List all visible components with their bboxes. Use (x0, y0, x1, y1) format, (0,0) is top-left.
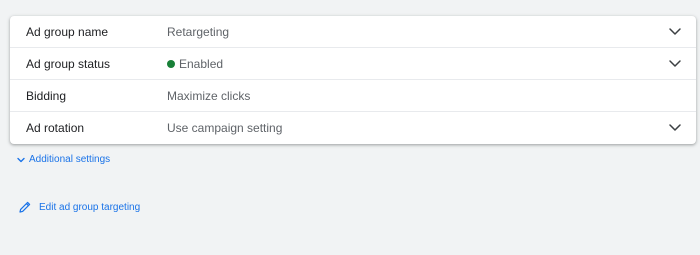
bidding-row[interactable]: Bidding Maximize clicks (10, 80, 696, 112)
bidding-value: Maximize clicks (167, 88, 251, 103)
ad-group-status-row[interactable]: Ad group status Enabled (10, 48, 696, 80)
ad-group-status-label: Ad group status (26, 56, 111, 71)
edit-ad-group-targeting-label: Edit ad group targeting (39, 201, 141, 213)
ad-rotation-value: Use campaign setting (167, 121, 283, 135)
ad-group-name-row[interactable]: Ad group name Retargeting (10, 16, 696, 48)
green-dot-icon (167, 59, 175, 68)
additional-settings-label: Additional settings (29, 154, 111, 165)
status-text: Enabled (179, 56, 224, 71)
ad-group-name-value: Retargeting (167, 24, 230, 39)
chevron-down-icon (17, 157, 25, 162)
ad-group-status-value: Enabled (167, 57, 223, 71)
ad-group-name-label: Ad group name (26, 24, 109, 39)
bidding-label: Bidding (26, 88, 67, 103)
additional-settings-toggle[interactable]: Additional settings (16, 154, 110, 165)
ad-rotation-label: Ad rotation (26, 121, 85, 135)
chevron-down-icon[interactable] (668, 122, 682, 134)
ad-rotation-row[interactable]: Ad rotation Use campaign setting (10, 112, 696, 144)
edit-ad-group-targeting-link[interactable]: Edit ad group targeting (18, 200, 140, 214)
pencil-icon (19, 201, 31, 213)
chevron-down-icon[interactable] (668, 26, 682, 38)
ad-group-settings-card: Ad group name Retargeting Ad group statu… (10, 16, 696, 144)
chevron-down-icon[interactable] (668, 58, 682, 70)
